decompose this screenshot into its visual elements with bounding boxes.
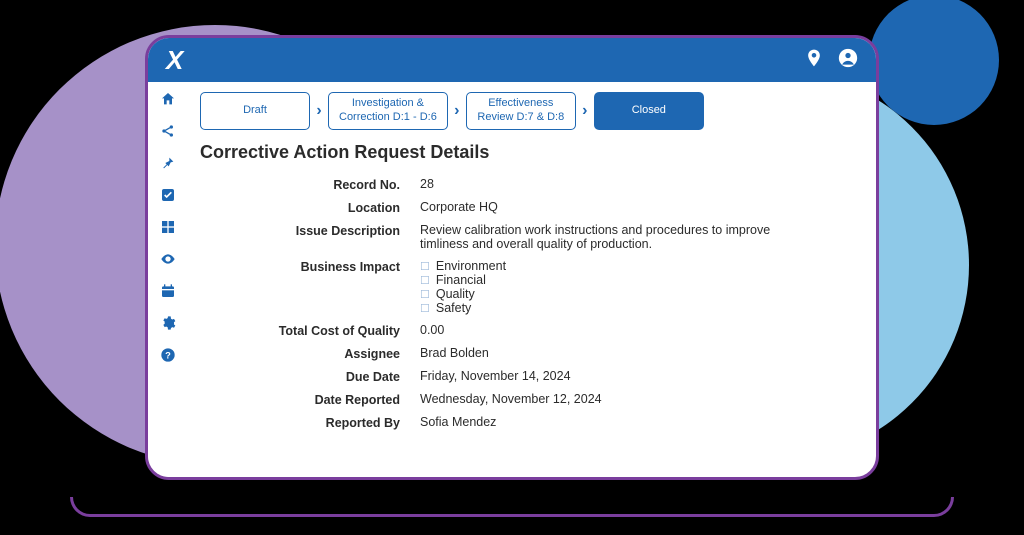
checkbox-icon[interactable]	[159, 186, 177, 204]
location-pin-icon[interactable]	[804, 48, 824, 73]
home-icon[interactable]	[159, 90, 177, 108]
gear-icon[interactable]	[159, 314, 177, 332]
workflow-step-label: Effectiveness	[477, 97, 565, 111]
workflow-step-sublabel: Review D:7 & D:8	[477, 111, 565, 125]
topbar-actions	[804, 48, 858, 73]
field-label-date-reported: Date Reported	[200, 392, 400, 407]
chevron-right-icon: ›	[576, 92, 594, 130]
workflow-step-closed[interactable]: Closed	[594, 92, 704, 130]
field-value-location: Corporate HQ	[420, 200, 854, 215]
field-label-business-impact: Business Impact	[200, 259, 400, 315]
decor-circle-blue	[869, 0, 999, 125]
field-value-business-impact: Environment Financial Quality Safety	[420, 259, 854, 315]
topbar: X	[148, 38, 876, 82]
field-value-record-no: 28	[420, 177, 854, 192]
impact-option[interactable]: Quality	[420, 287, 854, 301]
logo: X	[166, 45, 181, 76]
field-value-issue-description: Review calibration work instructions and…	[420, 223, 780, 251]
impact-option[interactable]: Financial	[420, 273, 854, 287]
field-label-assignee: Assignee	[200, 346, 400, 361]
page-title: Corrective Action Request Details	[200, 142, 854, 163]
business-impact-list: Environment Financial Quality Safety	[420, 259, 854, 315]
help-icon[interactable]: ?	[159, 346, 177, 364]
field-value-date-reported: Wednesday, November 12, 2024	[420, 392, 854, 407]
decor-laptop-base	[70, 497, 954, 517]
main-content: Draft › Investigation & Correction D:1 -…	[188, 82, 876, 477]
field-label-record-no: Record No.	[200, 177, 400, 192]
workflow-step-effectiveness[interactable]: Effectiveness Review D:7 & D:8	[466, 92, 576, 130]
body-area: ? Draft › Investigation & Correction D:1…	[148, 82, 876, 477]
workflow-step-label: Investigation &	[339, 97, 437, 111]
workflow-step-investigation[interactable]: Investigation & Correction D:1 - D:6	[328, 92, 448, 130]
workflow-steps: Draft › Investigation & Correction D:1 -…	[200, 92, 854, 130]
impact-option[interactable]: Environment	[420, 259, 854, 273]
field-label-reported-by: Reported By	[200, 415, 400, 430]
workflow-step-sublabel: Correction D:1 - D:6	[339, 111, 437, 125]
svg-text:?: ?	[165, 350, 171, 360]
eye-icon[interactable]	[159, 250, 177, 268]
workflow-step-draft[interactable]: Draft	[200, 92, 310, 130]
calendar-icon[interactable]	[159, 282, 177, 300]
workflow-step-label: Closed	[605, 104, 693, 118]
field-value-total-cost: 0.00	[420, 323, 854, 338]
field-value-due-date: Friday, November 14, 2024	[420, 369, 854, 384]
field-label-total-cost: Total Cost of Quality	[200, 323, 400, 338]
field-value-assignee: Brad Bolden	[420, 346, 854, 361]
field-label-due-date: Due Date	[200, 369, 400, 384]
pin-icon[interactable]	[159, 154, 177, 172]
app-window: X ? Draft ›	[145, 35, 879, 480]
share-icon[interactable]	[159, 122, 177, 140]
workflow-step-label: Draft	[211, 104, 299, 118]
user-avatar-icon[interactable]	[838, 48, 858, 73]
chevron-right-icon: ›	[310, 92, 328, 130]
details-grid: Record No. 28 Location Corporate HQ Issu…	[200, 177, 854, 430]
field-label-location: Location	[200, 200, 400, 215]
field-label-issue-description: Issue Description	[200, 223, 400, 251]
chevron-right-icon: ›	[448, 92, 466, 130]
impact-option[interactable]: Safety	[420, 301, 854, 315]
dashboard-icon[interactable]	[159, 218, 177, 236]
sidebar: ?	[148, 82, 188, 477]
field-value-reported-by: Sofia Mendez	[420, 415, 854, 430]
